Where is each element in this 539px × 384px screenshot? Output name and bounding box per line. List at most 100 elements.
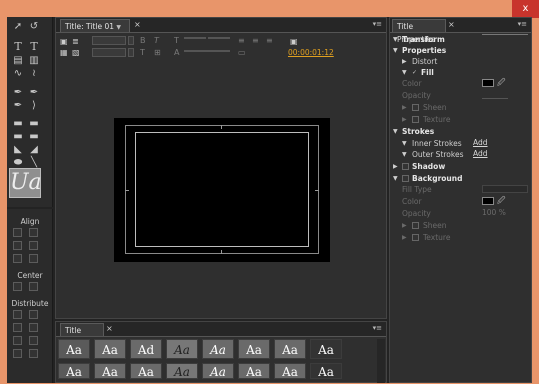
title-style-swatch[interactable]: Aa [310, 339, 342, 359]
title-style-swatch[interactable]: Aa [166, 339, 198, 359]
roll-crawl-options-icon[interactable]: ≣ [72, 37, 79, 46]
type-tool-icon[interactable]: T [11, 41, 25, 53]
shadow-section[interactable]: ▶ Shadow [390, 161, 532, 172]
bg-sheen-row[interactable]: ▶ Sheen [390, 220, 532, 231]
leading-field[interactable] [184, 50, 230, 52]
distribute-center-h-icon[interactable] [13, 323, 22, 332]
bold-icon[interactable]: B [140, 36, 146, 45]
styles-scrollbar[interactable] [377, 339, 385, 383]
title-style-swatch[interactable]: Aa [202, 363, 234, 379]
delete-anchor-tool-icon[interactable]: ✒ [27, 87, 41, 99]
distribute-right-icon[interactable] [13, 336, 22, 345]
bg-texture-expand-icon[interactable]: ▶ [402, 232, 407, 243]
underline-icon[interactable]: T [140, 48, 145, 57]
fill-texture-checkbox[interactable] [412, 116, 419, 123]
templates-icon[interactable]: ▦ [60, 48, 68, 57]
outer-strokes-row[interactable]: ▼ Outer Strokes [390, 149, 532, 160]
align-left-icon[interactable] [13, 228, 22, 237]
bg-opacity-value[interactable]: 100 % [482, 208, 506, 217]
strokes-section[interactable]: ▼ Strokes [390, 126, 532, 137]
kerning-value[interactable] [184, 37, 206, 39]
title-style-swatch[interactable]: Aa [238, 363, 270, 379]
rectangle-tool-icon[interactable]: ▬ [11, 118, 25, 130]
font-style-dropdown[interactable] [92, 48, 126, 57]
distribute-center-v-icon[interactable] [29, 323, 38, 332]
title-style-swatch[interactable]: Ad [130, 339, 162, 359]
fill-texture-expand-icon[interactable]: ▶ [402, 114, 407, 125]
title-style-swatch[interactable]: Aa [274, 363, 306, 379]
tab-close-icon[interactable]: × [134, 20, 141, 29]
title-style-swatch[interactable]: Aa [94, 363, 126, 379]
title-panel-menu-icon[interactable]: ▾≡ [373, 20, 382, 28]
show-video-icon[interactable]: ▣ [290, 37, 298, 46]
distribute-left-icon[interactable] [13, 310, 22, 319]
align-bottom-icon[interactable] [29, 254, 38, 263]
wedge-tool-icon[interactable]: ◣ [11, 144, 25, 156]
vertical-area-type-tool-icon[interactable]: ▥ [27, 55, 41, 67]
bg-color-swatch[interactable] [482, 197, 494, 205]
bg-texture-row[interactable]: ▶ Texture [390, 232, 532, 243]
area-type-tool-icon[interactable]: ▤ [11, 55, 25, 67]
title-style-swatch[interactable]: Aa [58, 339, 90, 359]
tab-dropdown-icon[interactable]: ▼ [116, 24, 121, 31]
arc-tool-icon[interactable]: ◢ [27, 144, 41, 156]
leading-value[interactable] [208, 37, 230, 39]
fill-sheen-checkbox[interactable] [412, 104, 419, 111]
fill-sheen-row[interactable]: ▶ Sheen [390, 102, 532, 113]
title-style-swatch[interactable]: Aa [202, 339, 234, 359]
transform-section[interactable]: ▼ Transform [390, 34, 532, 45]
properties-expand-icon[interactable]: ▼ [393, 45, 398, 56]
title-style-swatch[interactable]: Aa [58, 363, 90, 379]
align-text-left-icon[interactable]: ≡ [238, 36, 245, 45]
font-family-arrow[interactable] [128, 36, 134, 45]
tab-stops-icon[interactable]: ▭ [238, 48, 246, 57]
rotation-tool-icon[interactable]: ↺ [27, 21, 41, 33]
distribute-top-icon[interactable] [29, 310, 38, 319]
bg-sheen-checkbox[interactable] [412, 222, 419, 229]
font-size-icon[interactable]: ⊞ [154, 48, 161, 57]
selection-tool-icon[interactable]: ➚ [11, 21, 25, 33]
title-canvas[interactable] [114, 118, 330, 262]
title-style-swatch[interactable]: Aa [166, 363, 198, 379]
fill-checkbox[interactable]: ✓ [411, 69, 418, 76]
add-anchor-tool-icon[interactable]: ✒ [11, 100, 25, 112]
align-text-center-icon[interactable]: ≡ [252, 36, 259, 45]
align-right-icon[interactable] [13, 254, 22, 263]
background-section[interactable]: ▼ Background [390, 173, 532, 184]
convert-anchor-tool-icon[interactable]: ⟩ [27, 100, 41, 112]
rounded-corner-rectangle-tool-icon[interactable]: ▬ [11, 131, 25, 143]
bg-texture-checkbox[interactable] [412, 234, 419, 241]
distribute-bottom-icon[interactable] [29, 336, 38, 345]
shadow-expand-icon[interactable]: ▶ [393, 161, 398, 172]
pen-tool-icon[interactable]: ✒ [11, 87, 25, 99]
kerning-icon[interactable]: T [174, 36, 179, 45]
align-top-icon[interactable] [29, 228, 38, 237]
align-center-h-icon[interactable] [13, 241, 22, 250]
background-expand-icon[interactable]: ▼ [393, 173, 398, 184]
distribute-space-h-icon[interactable] [13, 349, 22, 358]
properties-tab-close-icon[interactable]: × [448, 20, 455, 29]
vertical-type-tool-icon[interactable]: T [27, 41, 41, 53]
title-style-swatch[interactable]: Aa [94, 339, 126, 359]
path-type-tool-icon[interactable]: ∿ [11, 68, 25, 80]
properties-section[interactable]: ▼ Properties [390, 45, 532, 56]
rounded-rectangle-tool-icon[interactable]: ▬ [27, 131, 41, 143]
title-style-swatch[interactable]: Aa [274, 339, 306, 359]
fill-color-swatch[interactable] [482, 79, 494, 87]
font-style-arrow[interactable] [128, 48, 134, 57]
italic-icon[interactable]: T [154, 36, 159, 45]
title-style-swatch[interactable]: Aa [130, 363, 162, 379]
bg-eyedropper-icon[interactable]: 🖉 [497, 195, 506, 209]
fill-expand-icon[interactable]: ▼ [402, 67, 407, 78]
shadow-checkbox[interactable] [402, 163, 409, 170]
clipped-corner-rectangle-tool-icon[interactable]: ▬ [27, 118, 41, 130]
fill-opacity-value[interactable] [482, 98, 508, 99]
strokes-expand-icon[interactable]: ▼ [393, 126, 398, 137]
distort-row[interactable]: ▶ Distort [390, 56, 532, 67]
outer-strokes-expand-icon[interactable]: ▼ [402, 149, 407, 160]
window-close-button[interactable]: x [512, 0, 539, 18]
vertical-path-type-tool-icon[interactable]: ≀ [27, 68, 41, 80]
align-center-v-icon[interactable] [29, 241, 38, 250]
fill-texture-row[interactable]: ▶ Texture [390, 114, 532, 125]
distribute-space-v-icon[interactable] [29, 349, 38, 358]
